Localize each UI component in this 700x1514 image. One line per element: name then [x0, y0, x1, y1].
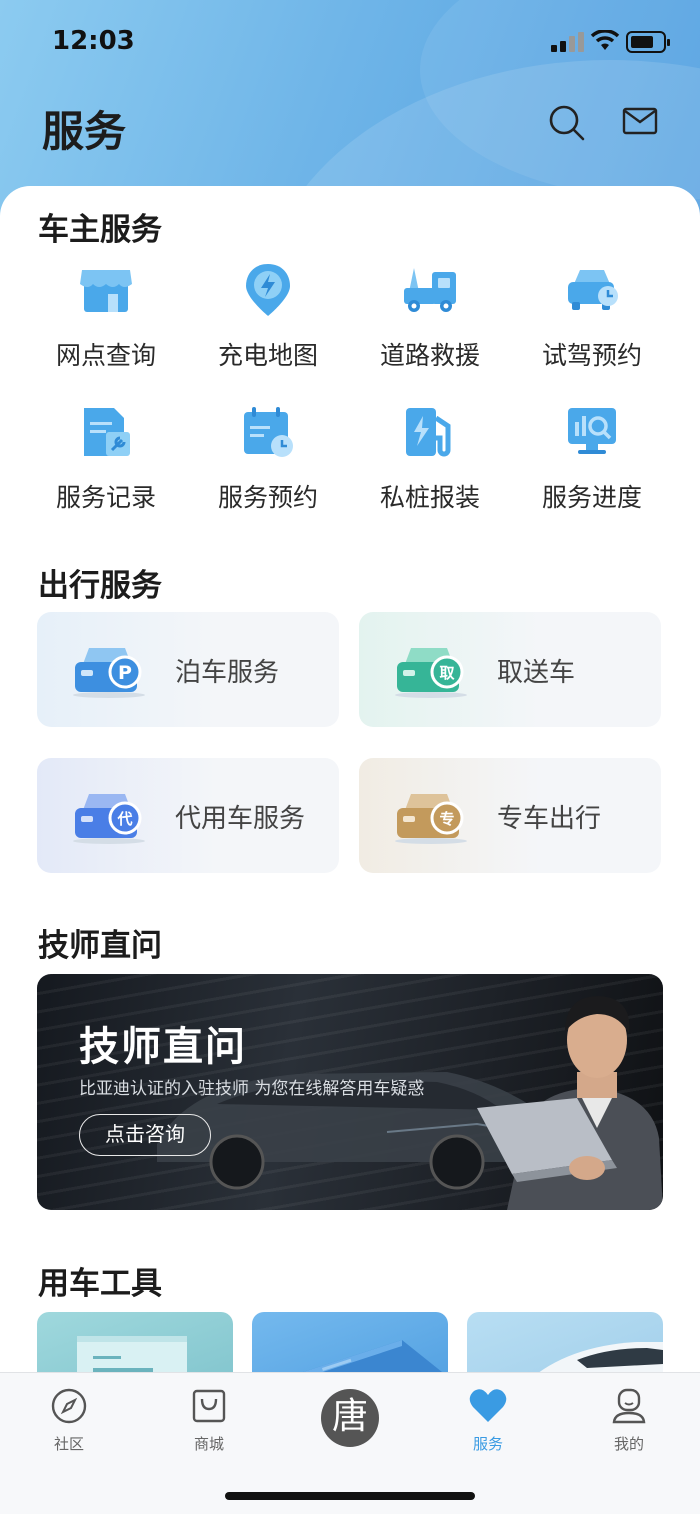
- tab-label: 社区: [53, 1435, 84, 1453]
- technician-banner[interactable]: 技师直问 比亚迪认证的入驻技师 为您在线解答用车疑惑 点击咨询: [37, 974, 663, 1210]
- svg-text:代: 代: [116, 810, 132, 828]
- svg-text:P: P: [118, 662, 132, 684]
- charger-pile-icon: [406, 408, 451, 457]
- user-icon: [612, 1388, 646, 1424]
- service-item-label: 服务记录: [55, 483, 156, 512]
- service-item-label: 服务预约: [217, 483, 318, 512]
- tow-truck-icon: [404, 268, 456, 312]
- service-item-progress[interactable]: 服务进度: [522, 404, 662, 514]
- svg-text:取: 取: [439, 664, 455, 682]
- search-icon[interactable]: [548, 104, 586, 142]
- card-label: 专车出行: [497, 804, 602, 834]
- store-icon: [80, 270, 132, 312]
- cellular-signal-icon: [551, 32, 585, 52]
- service-item-label: 道路救援: [379, 341, 480, 370]
- service-item-roadside[interactable]: 道路救援: [360, 262, 500, 372]
- progress-monitor-icon: [568, 408, 616, 454]
- service-record-icon: [84, 408, 130, 456]
- tab-label: 我的: [613, 1435, 644, 1453]
- wifi-icon: [590, 30, 620, 50]
- mail-icon[interactable]: [622, 104, 658, 138]
- service-item-test-drive[interactable]: 试驾预约: [522, 262, 662, 372]
- tab-mine[interactable]: 我的: [579, 1387, 679, 1454]
- tab-community[interactable]: 社区: [19, 1387, 119, 1454]
- heart-icon: [469, 1389, 507, 1422]
- travel-services-title: 出行服务: [38, 568, 162, 604]
- charge-pin-icon: [246, 264, 290, 316]
- battery-icon: [626, 31, 670, 53]
- service-item-store[interactable]: 网点查询: [36, 262, 176, 372]
- owner-services-title: 车主服务: [38, 212, 162, 248]
- card-label: 取送车: [497, 658, 576, 688]
- service-item-home-charger[interactable]: 私桩报装: [360, 404, 500, 514]
- status-bar: 12:03: [0, 0, 700, 84]
- page-title: 服务: [42, 107, 127, 156]
- car-substitute-icon: 代: [73, 794, 145, 844]
- tools-title: 用车工具: [38, 1266, 162, 1302]
- card-pickup-delivery[interactable]: 取 取送车: [359, 612, 661, 727]
- card-label: 泊车服务: [175, 658, 280, 688]
- service-item-charging-map[interactable]: 充电地图: [198, 262, 338, 372]
- car-clock-icon: [568, 270, 618, 310]
- tab-service[interactable]: 服务: [438, 1387, 538, 1454]
- compass-icon: [51, 1388, 87, 1424]
- technician-image: [477, 996, 663, 1210]
- card-parking-service[interactable]: P 泊车服务: [37, 612, 339, 727]
- car-parking-icon: P: [73, 648, 145, 698]
- shopping-bag-icon: [192, 1389, 226, 1423]
- service-item-label: 试驾预约: [541, 341, 642, 370]
- home-indicator: [225, 1492, 475, 1500]
- card-label: 代用车服务: [175, 804, 306, 834]
- banner-subtitle: 比亚迪认证的入驻技师 为您在线解答用车疑惑: [79, 1079, 425, 1099]
- tab-label: 商城: [193, 1435, 224, 1453]
- svg-text:专: 专: [439, 810, 454, 828]
- service-item-label: 私桩报装: [379, 483, 480, 512]
- service-item-records[interactable]: 服务记录: [36, 404, 176, 514]
- consult-button[interactable]: 点击咨询: [79, 1114, 211, 1156]
- technician-title: 技师直问: [38, 928, 162, 964]
- car-pickup-icon: 取: [395, 648, 467, 698]
- service-item-label: 充电地图: [217, 341, 318, 370]
- status-time: 12:03: [52, 26, 135, 56]
- service-item-label: 服务进度: [541, 483, 642, 512]
- service-item-booking[interactable]: 服务预约: [198, 404, 338, 514]
- banner-title: 技师直问: [79, 1024, 247, 1070]
- tab-label: 服务: [472, 1435, 503, 1453]
- car-chauffeur-icon: 专: [395, 794, 467, 844]
- calendar-clock-icon: [244, 407, 293, 457]
- service-item-label: 网点查询: [55, 341, 156, 370]
- card-substitute-car[interactable]: 代 代用车服务: [37, 758, 339, 873]
- tab-mall[interactable]: 商城: [159, 1387, 259, 1454]
- card-chauffeur[interactable]: 专 专车出行: [359, 758, 661, 873]
- tab-center-model[interactable]: 唐: [321, 1389, 379, 1447]
